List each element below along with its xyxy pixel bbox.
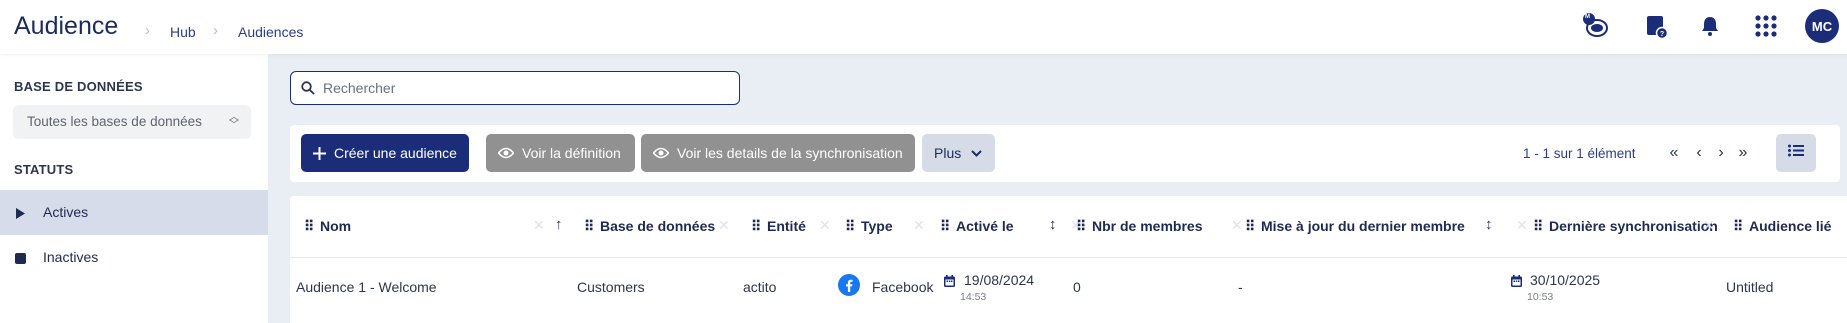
last-page-icon[interactable]: » [1733, 143, 1753, 163]
notification-bell-icon[interactable] [1695, 11, 1725, 41]
column-resize-icon[interactable]: ✕ [913, 217, 925, 234]
cell-last-sync-time: 10:53 [1527, 291, 1554, 303]
drag-handle-icon[interactable]: ⠿ [1245, 218, 1255, 235]
cell-activated-time: 14:53 [960, 291, 987, 303]
page-title: Audience [14, 12, 119, 40]
database-heading: BASE DE DONNÉES [14, 79, 143, 94]
database-select[interactable]: Toutes les bases de données ︿ ﹀ [13, 105, 251, 139]
search-box [290, 71, 740, 105]
create-audience-button[interactable]: Créer une audience [301, 134, 469, 172]
user-avatar[interactable]: MC [1805, 9, 1839, 43]
drag-handle-icon[interactable]: ⠿ [940, 218, 950, 235]
column-resize-icon[interactable]: ✕ [1516, 217, 1528, 234]
search-input[interactable] [323, 79, 723, 97]
drag-handle-icon[interactable]: ⠿ [751, 218, 761, 235]
column-resize-icon[interactable]: ✕ [819, 217, 831, 234]
drag-handle-icon[interactable]: ⠿ [584, 218, 594, 235]
cell-linked-audience[interactable]: Untitled [1726, 279, 1773, 295]
account-badge: M [1585, 14, 1590, 20]
chevron-down-icon [971, 149, 982, 157]
view-definition-label: Voir la définition [522, 145, 621, 161]
cell-database: Customers [577, 279, 645, 295]
drag-handle-icon[interactable]: ⠿ [845, 218, 855, 235]
first-page-icon[interactable]: « [1664, 143, 1684, 163]
toolbar: Créer une audience Voir la définition Vo… [290, 125, 1840, 182]
cell-name[interactable]: Audience 1 - Welcome [296, 279, 437, 295]
sidebar-item-actives[interactable]: Actives [0, 190, 268, 235]
view-definition-button[interactable]: Voir la définition [486, 134, 635, 172]
table-row[interactable]: Audience 1 - Welcome Customers actito Fa… [290, 258, 1847, 323]
sidebar-item-label: Actives [43, 204, 89, 220]
column-resize-icon[interactable]: ✕ [533, 217, 545, 234]
sort-icon[interactable]: ↕ [1485, 216, 1493, 233]
column-label: Audience lié [1749, 218, 1832, 234]
eye-icon [498, 147, 514, 159]
database-select-value: Toutes les bases de données [27, 114, 202, 129]
calendar-icon [944, 274, 955, 290]
account-switch-icon[interactable]: M [1580, 11, 1610, 41]
facebook-icon [838, 274, 860, 299]
breadcrumb-audiences-link[interactable]: Audiences [238, 24, 303, 40]
plus-icon [313, 146, 326, 160]
eye-icon [653, 147, 669, 159]
pagination-summary: 1 - 1 sur 1 élément [1523, 146, 1636, 161]
column-label: Mise à jour du dernier membre [1261, 218, 1465, 234]
previous-page-icon[interactable]: ‹ [1689, 143, 1709, 163]
cell-type: Facebook [872, 279, 934, 295]
column-label: Base de données [600, 218, 716, 234]
create-audience-label: Créer une audience [334, 145, 457, 161]
drag-handle-icon[interactable]: ⠿ [304, 218, 314, 235]
cell-entity: actito [743, 279, 777, 295]
svg-text:?: ? [1660, 31, 1664, 38]
column-label: Entité [767, 218, 806, 234]
apps-grid-icon[interactable] [1751, 11, 1781, 41]
more-dropdown-button[interactable]: Plus [922, 134, 995, 172]
stop-square-icon [15, 251, 26, 267]
drag-handle-icon[interactable]: ⠿ [1733, 218, 1743, 235]
drag-handle-icon[interactable]: ⠿ [1533, 218, 1543, 235]
column-resize-icon[interactable]: ✕ [1703, 217, 1715, 234]
search-icon [301, 81, 315, 100]
sort-ascending-icon[interactable]: ↑ [555, 216, 563, 233]
column-label: Nbr de membres [1092, 218, 1203, 234]
sidebar-item-inactives[interactable]: Inactives [0, 235, 268, 280]
cell-last-sync-date: 30/10/2025 [1530, 272, 1601, 288]
next-page-icon[interactable]: › [1711, 143, 1731, 163]
audiences-table: ⠿ Nom ✕ ↑ ⠿ Base de données ✕ ⠿ Entité ✕… [290, 196, 1847, 323]
status-heading: STATUTS [14, 162, 74, 177]
more-label: Plus [934, 145, 962, 161]
table-header-row: ⠿ Nom ✕ ↑ ⠿ Base de données ✕ ⠿ Entité ✕… [290, 196, 1847, 258]
view-sync-details-button[interactable]: Voir les details de la synchronisation [641, 134, 915, 172]
breadcrumb-separator-icon: › [145, 22, 150, 39]
calendar-icon [1511, 274, 1522, 290]
cell-last-member-update: - [1238, 279, 1243, 295]
list-icon [1788, 144, 1804, 162]
breadcrumb-separator-icon: › [213, 22, 218, 39]
select-chevron-icon: ︿ ﹀ [229, 112, 239, 131]
column-resize-icon[interactable]: ✕ [1231, 217, 1243, 234]
column-label: Type [861, 218, 893, 234]
help-document-icon[interactable]: ? [1641, 11, 1671, 41]
list-view-toggle[interactable] [1776, 134, 1816, 172]
top-bar: Audience › Hub › Audiences M ? MC [0, 0, 1847, 54]
drag-handle-icon[interactable]: ⠿ [1076, 218, 1086, 235]
column-label: Activé le [956, 218, 1014, 234]
cell-activated-date: 19/08/2024 [964, 272, 1035, 288]
column-resize-icon[interactable]: ✕ [718, 217, 730, 234]
breadcrumb-hub-link[interactable]: Hub [170, 24, 196, 40]
sidebar: BASE DE DONNÉES Toutes les bases de donn… [0, 54, 268, 323]
column-label: Nom [320, 218, 352, 234]
sort-icon[interactable]: ↕ [1049, 216, 1057, 233]
view-sync-details-label: Voir les details de la synchronisation [677, 145, 903, 161]
play-icon [15, 206, 26, 222]
cell-members: 0 [1073, 279, 1081, 295]
sidebar-item-label: Inactives [43, 249, 99, 265]
column-label: Dernière synchronisation [1549, 218, 1718, 234]
